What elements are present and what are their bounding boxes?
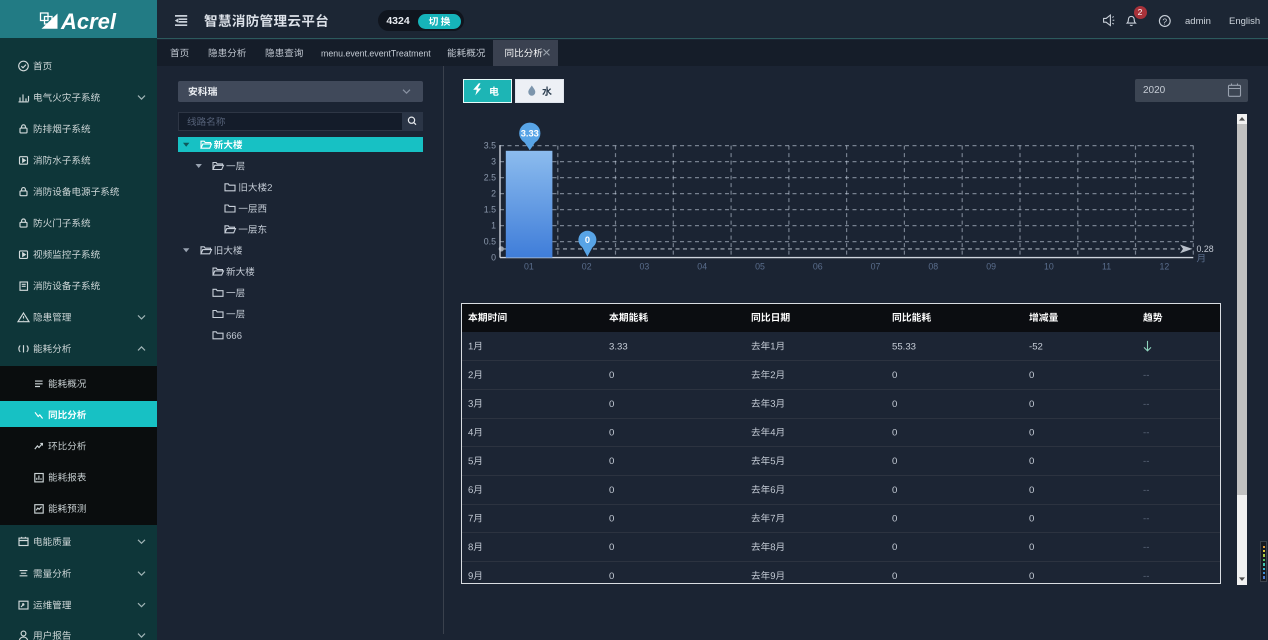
- svg-text:0.28: 0.28: [1197, 244, 1214, 254]
- svg-text:0: 0: [609, 399, 614, 410]
- svg-text:0: 0: [585, 235, 590, 245]
- svg-text:--: --: [1143, 514, 1149, 525]
- svg-text:0: 0: [609, 428, 614, 439]
- svg-text:55.33: 55.33: [892, 341, 916, 352]
- svg-text:11: 11: [1102, 262, 1111, 272]
- svg-text:0: 0: [609, 514, 614, 525]
- svg-text:07: 07: [871, 262, 881, 272]
- svg-text:0: 0: [609, 542, 614, 553]
- svg-text:0: 0: [892, 428, 897, 439]
- svg-text:0: 0: [892, 456, 897, 467]
- svg-text:0: 0: [1029, 399, 1034, 410]
- svg-text:3.33: 3.33: [521, 129, 539, 139]
- svg-text:0: 0: [1029, 428, 1034, 439]
- svg-text:0: 0: [609, 485, 614, 496]
- svg-text:03: 03: [640, 262, 650, 272]
- svg-text:0: 0: [491, 253, 496, 263]
- svg-text:0: 0: [1029, 514, 1034, 525]
- svg-text:--: --: [1143, 428, 1149, 439]
- svg-text:1: 1: [491, 221, 496, 231]
- svg-text:3.5: 3.5: [484, 141, 496, 151]
- svg-text:08: 08: [928, 262, 938, 272]
- svg-text:0: 0: [892, 485, 897, 496]
- svg-text:06: 06: [813, 262, 823, 272]
- svg-text:--: --: [1143, 571, 1149, 582]
- svg-text:0.5: 0.5: [484, 237, 496, 247]
- svg-text:01: 01: [524, 262, 534, 272]
- svg-text:menu.event.eventTreatment: menu.event.eventTreatment: [321, 48, 431, 58]
- svg-text:--: --: [1143, 399, 1149, 410]
- svg-text:3: 3: [491, 157, 496, 167]
- svg-text:-52: -52: [1029, 341, 1043, 352]
- svg-text:--: --: [1143, 485, 1149, 496]
- svg-text:0: 0: [1029, 456, 1034, 467]
- svg-text:0: 0: [1029, 485, 1034, 496]
- svg-text:05: 05: [755, 262, 765, 272]
- svg-text:0: 0: [1029, 542, 1034, 553]
- svg-text:02: 02: [582, 262, 592, 272]
- svg-text:--: --: [1143, 456, 1149, 467]
- svg-text:10: 10: [1044, 262, 1054, 272]
- svg-text:3.33: 3.33: [609, 341, 628, 352]
- svg-text:0: 0: [892, 542, 897, 553]
- svg-text:0: 0: [609, 456, 614, 467]
- svg-text:2.5: 2.5: [484, 173, 496, 183]
- svg-text:0: 0: [609, 370, 614, 381]
- svg-text:0: 0: [1029, 370, 1034, 381]
- svg-text:0: 0: [892, 571, 897, 582]
- svg-text:1.5: 1.5: [484, 205, 496, 215]
- svg-text:--: --: [1143, 370, 1149, 381]
- svg-text:0: 0: [892, 399, 897, 410]
- svg-text:04: 04: [697, 262, 707, 272]
- svg-text:--: --: [1143, 542, 1149, 553]
- svg-text:?: ?: [1162, 16, 1167, 26]
- svg-text:0: 0: [1029, 571, 1034, 582]
- svg-text:12: 12: [1160, 262, 1170, 272]
- svg-text:0: 0: [892, 514, 897, 525]
- svg-text:0: 0: [892, 370, 897, 381]
- svg-text:Acrel: Acrel: [60, 9, 117, 34]
- svg-text:09: 09: [986, 262, 996, 272]
- svg-text:2: 2: [491, 189, 496, 199]
- svg-text:0: 0: [609, 571, 614, 582]
